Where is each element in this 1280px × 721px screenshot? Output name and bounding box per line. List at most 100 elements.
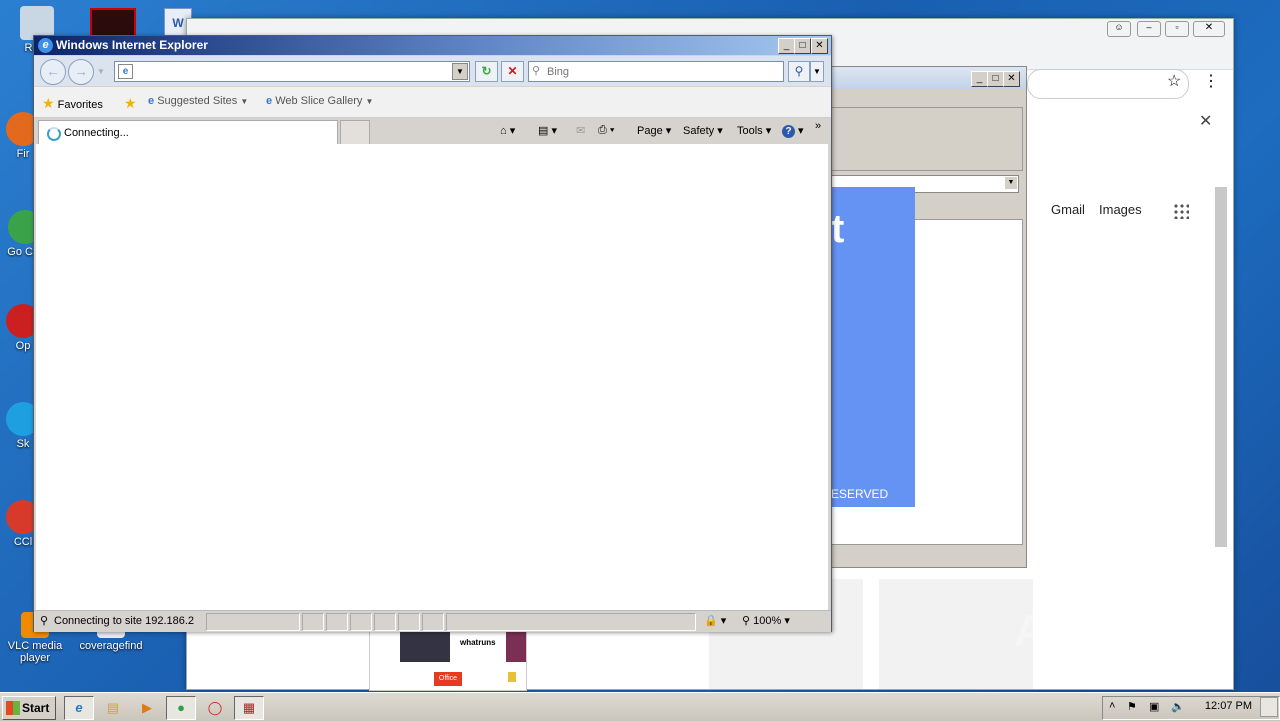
menu-icon[interactable]: ⋮ xyxy=(1203,71,1219,91)
windows-logo-icon xyxy=(6,701,20,715)
maximize-button[interactable]: □ xyxy=(794,38,811,54)
star-icon: ★ xyxy=(42,95,55,111)
preview-brand: whatruns xyxy=(460,638,496,647)
minimize-icon[interactable]: – xyxy=(1137,21,1161,37)
add-favorite-icon[interactable]: ★ xyxy=(124,95,137,112)
page-content[interactable] xyxy=(36,144,828,610)
chevron-down-icon[interactable]: ▼ xyxy=(97,67,105,76)
status-pane xyxy=(398,613,420,631)
search-box[interactable]: ⚲ xyxy=(528,61,784,82)
forward-button[interactable]: → xyxy=(68,59,94,85)
status-bar: ⚲ Connecting to site 192.186.2 🔒 ▾ ⚲ 100… xyxy=(34,610,831,632)
start-label: Start xyxy=(22,701,50,715)
close-icon[interactable]: ✕ xyxy=(1193,21,1225,37)
search-icon: ⚲ xyxy=(532,65,541,77)
watermark: ANY RUN xyxy=(1014,606,1228,655)
taskbar-app-icon[interactable]: ▦ xyxy=(234,696,264,720)
action-center-flag-icon[interactable]: ⚑ xyxy=(1127,700,1137,713)
status-pane xyxy=(446,613,696,631)
omnibox[interactable] xyxy=(1027,69,1189,99)
safety-menu-label: Safety xyxy=(683,125,715,137)
close-button[interactable]: ✕ xyxy=(811,38,828,54)
home-icon[interactable]: ⌂ ▾ xyxy=(500,124,515,137)
page-menu[interactable]: Page ▾ xyxy=(637,124,671,137)
search-options-icon[interactable]: ▼ xyxy=(810,61,824,82)
status-pane xyxy=(302,613,324,631)
taskbar-media-player-icon[interactable]: ▶ xyxy=(132,696,162,720)
desktop-icon-label: Op xyxy=(15,340,31,352)
favorites-button[interactable]: ★ Favorites xyxy=(42,95,103,112)
window-title: Windows Internet Explorer xyxy=(56,38,208,52)
protected-mode-icon[interactable]: 🔒 ▾ xyxy=(704,614,726,627)
desktop-icon-label: coveragefind xyxy=(79,640,143,652)
preview-block xyxy=(508,672,516,682)
ie-logo-icon: e xyxy=(38,38,53,53)
maximize-icon[interactable]: □ xyxy=(987,71,1004,87)
restore-icon[interactable]: ▫ xyxy=(1165,21,1189,37)
page-menu-label: Page xyxy=(637,125,663,137)
taskbar-chrome-icon[interactable]: ● xyxy=(166,696,196,720)
status-pane xyxy=(374,613,396,631)
taskbar-opera-icon[interactable]: ◯ xyxy=(200,696,230,720)
zoom-control[interactable]: ⚲ 100% ▾ xyxy=(742,614,790,627)
infobar-close-icon[interactable]: ✕ xyxy=(1199,111,1212,131)
show-hidden-icons-icon[interactable]: ˄ xyxy=(1109,700,1115,712)
volume-icon[interactable]: 🔈 xyxy=(1171,700,1185,713)
print-icon[interactable]: ⎙ ▾ xyxy=(598,124,614,137)
images-link[interactable]: Images xyxy=(1099,202,1142,217)
tools-menu[interactable]: Tools ▾ xyxy=(737,124,771,137)
web-slice-gallery-link[interactable]: e Web Slice Gallery ▼ xyxy=(266,95,373,107)
desktop-icon-label: Sk xyxy=(16,438,30,450)
taskbar: Start e ▤ ▶ ● ◯ ▦ ˄ ⚑ ▣ 🔈 12:07 PM xyxy=(0,692,1280,721)
suggested-sites-label: Suggested Sites xyxy=(157,95,238,107)
chevron-down-icon: ▼ xyxy=(240,97,249,106)
back-button[interactable]: ← xyxy=(40,59,66,85)
address-bar[interactable]: e ▼ xyxy=(114,61,470,82)
minimize-icon[interactable]: _ xyxy=(971,71,988,87)
titlebar[interactable]: e Windows Internet Explorer xyxy=(34,36,831,55)
refresh-button[interactable]: ↻ xyxy=(475,61,498,82)
taskbar-explorer-icon[interactable]: ▤ xyxy=(98,696,128,720)
desktop-icon-label: Fir xyxy=(16,148,30,160)
tab-bar: Connecting... ⌂ ▾ ▤ ▾ ✉ ⎙ ▾ Page ▾ Safet… xyxy=(34,118,831,145)
help-icon[interactable]: ? ▾ xyxy=(782,124,804,138)
ie-page-icon: e xyxy=(118,64,133,79)
status-pane xyxy=(326,613,348,631)
clock[interactable]: 12:07 PM xyxy=(1205,700,1252,712)
close-icon[interactable]: ✕ xyxy=(1003,71,1020,87)
account-icon[interactable]: ☺ xyxy=(1107,21,1131,37)
search-input[interactable] xyxy=(545,63,779,80)
chevron-double-right-icon[interactable]: » xyxy=(815,120,821,132)
tab-connecting[interactable]: Connecting... xyxy=(38,120,338,145)
system-tray: ˄ ⚑ ▣ 🔈 xyxy=(1102,696,1280,720)
feeds-icon[interactable]: ▤ ▾ xyxy=(538,124,557,137)
stop-button[interactable]: ✕ xyxy=(501,61,524,82)
taskbar-ie-icon[interactable]: e xyxy=(64,696,94,720)
status-pane xyxy=(350,613,372,631)
status-text: Connecting to site 192.186.2 xyxy=(54,615,195,627)
mail-icon[interactable]: ✉ xyxy=(576,124,585,137)
start-button[interactable]: Start xyxy=(2,696,56,720)
network-icon[interactable]: ▣ xyxy=(1149,700,1159,713)
grid-icon[interactable] xyxy=(1173,203,1189,219)
scrollbar[interactable] xyxy=(1215,187,1227,547)
bookmark-star-icon[interactable]: ☆ xyxy=(1167,71,1181,91)
banner-title: t xyxy=(831,207,845,251)
search-go-button[interactable]: ⚲ xyxy=(788,61,810,82)
loading-spinner-icon xyxy=(47,127,61,141)
minimize-button[interactable]: _ xyxy=(778,38,795,54)
chevron-down-icon[interactable]: ▼ xyxy=(1005,177,1017,189)
navigation-bar: ← → ▼ e ▼ ↻ ✕ ⚲ ⚲ ▼ xyxy=(34,56,831,86)
show-desktop-button[interactable] xyxy=(1260,697,1278,717)
promo-banner: t ESERVED xyxy=(831,187,915,507)
gmail-link[interactable]: Gmail xyxy=(1051,202,1085,217)
ie-page-icon: e xyxy=(148,95,155,107)
new-tab-button[interactable] xyxy=(340,120,370,145)
preview-block xyxy=(400,632,450,662)
banner-footer: ESERVED xyxy=(831,487,889,501)
address-dropdown-icon[interactable]: ▼ xyxy=(452,63,468,80)
suggested-sites-link[interactable]: e Suggested Sites ▼ xyxy=(148,95,248,107)
tile[interactable] xyxy=(879,579,1033,689)
star-icon: ★ xyxy=(124,95,137,111)
safety-menu[interactable]: Safety ▾ xyxy=(683,124,723,137)
